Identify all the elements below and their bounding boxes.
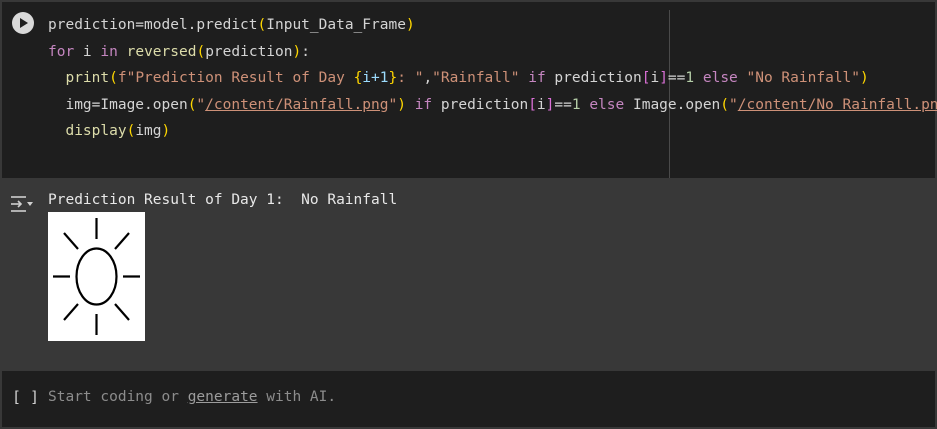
code-line-5: display(img) [65,123,171,139]
empty-cell-hint: Start coding or generate with AI. [48,387,336,407]
hint-suffix: with AI. [257,389,337,405]
output-collapse-icon[interactable] [10,194,34,214]
code-line-4: img=Image.open("/content/Rainfall.png") … [48,96,937,113]
sun-icon [53,218,140,335]
play-icon [20,18,28,28]
hint-prefix: Start coding or [48,389,188,405]
run-cell-button[interactable] [12,12,34,34]
output-text: Prediction Result of Day 1: No Rainfall [48,192,398,208]
notebook: prediction=model.predict(Input_Data_Fram… [0,0,937,429]
cell-execution-count: [ ] [12,388,40,406]
code-cell[interactable]: prediction=model.predict(Input_Data_Fram… [2,2,937,178]
output-image [48,212,145,341]
code-line-1: prediction=model.predict(Input_Data_Fram… [48,17,415,33]
generate-link[interactable]: generate [188,389,258,405]
cell-output: Prediction Result of Day 1: No Rainfall [2,178,935,371]
code-editor[interactable]: prediction=model.predict(Input_Data_Fram… [48,12,937,145]
empty-code-cell[interactable]: [ ] Start coding or generate with AI. [2,371,935,427]
code-line-2: for i in reversed(prediction): [48,43,310,60]
code-line-3: print(f"Prediction Result of Day {i+1}: … [65,70,869,86]
